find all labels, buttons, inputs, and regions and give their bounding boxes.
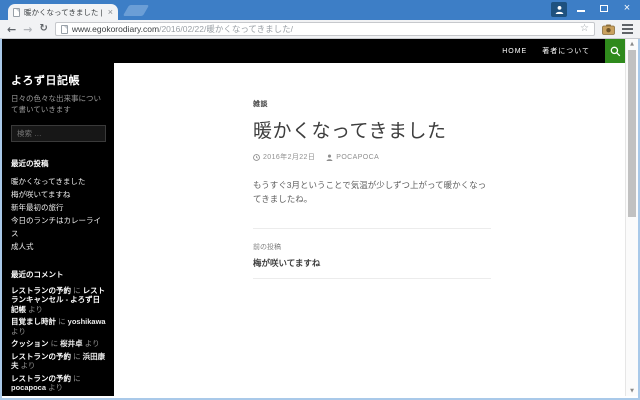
recent-posts-list: 暖かくなってきました 梅が咲いてますね 新年最初の旅行 今日のランチはカレーライ… bbox=[11, 175, 106, 253]
post-navigation: 前の投稿 梅が咲いてますね bbox=[253, 227, 491, 279]
recent-post-link[interactable]: 梅が咲いてますね bbox=[11, 188, 106, 201]
profile-avatar-button[interactable] bbox=[551, 2, 567, 17]
previous-post-link[interactable]: 梅が咲いてますね bbox=[253, 257, 491, 269]
site-description: 日々の色々な出来事について書いていきます bbox=[11, 94, 101, 115]
comment-suffix: より bbox=[46, 383, 63, 392]
search-icon bbox=[610, 46, 620, 56]
maximize-icon bbox=[600, 4, 608, 12]
comment-connector: に bbox=[71, 351, 83, 361]
browser-toolbar: ← → ↻ www.egokorodiary.com/2016/02/22/暖か… bbox=[0, 20, 640, 39]
recent-post-link[interactable]: 暖かくなってきました bbox=[11, 175, 106, 188]
comment-post-link[interactable]: 目覚まし時計 bbox=[11, 317, 56, 326]
comment-connector: に bbox=[71, 373, 81, 383]
comment-post-link[interactable]: レストランの予約 bbox=[11, 286, 71, 295]
close-button[interactable]: × bbox=[616, 0, 638, 16]
camera-extension-icon[interactable] bbox=[602, 24, 615, 35]
url-text: www.egokorodiary.com/2016/02/22/暖かくなってきま… bbox=[72, 23, 293, 35]
previous-post-label: 前の投稿 bbox=[253, 243, 281, 251]
browser-window: 暖かくなってきました | よろず日記帳 × × ← → ↻ www.egokor… bbox=[0, 0, 640, 400]
tab-close-icon[interactable]: × bbox=[108, 7, 113, 17]
browser-tab[interactable]: 暖かくなってきました | よろず日記帳 × bbox=[8, 4, 118, 20]
post-meta: 2016年2月22日 POCAPOCA bbox=[253, 152, 491, 162]
new-tab-button[interactable] bbox=[122, 5, 150, 16]
recent-comment: レストランの予約 に 浜田康夫 より bbox=[11, 352, 106, 371]
comment-post-link[interactable]: クッション bbox=[11, 339, 49, 348]
comment-author: 桜井卓 bbox=[60, 339, 83, 348]
recent-comment: レストランの予約 に pocapoca より bbox=[11, 374, 106, 393]
sidebar: よろず日記帳 日々の色々な出来事について書いていきます 最近の投稿 暖かくなって… bbox=[2, 63, 114, 396]
post-title: 暖かくなってきました bbox=[253, 121, 447, 142]
nav-home-link[interactable]: HOME bbox=[502, 48, 527, 55]
sidebar-search-input[interactable] bbox=[11, 124, 106, 142]
scroll-down-icon[interactable] bbox=[626, 386, 638, 396]
category-link[interactable]: 雑談 bbox=[253, 101, 268, 108]
comment-suffix: より bbox=[11, 326, 26, 336]
comment-suffix: より bbox=[26, 304, 43, 314]
forward-button[interactable]: → bbox=[23, 24, 32, 35]
post-author[interactable]: POCAPOCA bbox=[336, 154, 379, 161]
chrome-menu-icon[interactable] bbox=[622, 24, 633, 34]
clock-icon bbox=[253, 153, 260, 161]
tab-title: 暖かくなってきました | よろず日記帳 bbox=[24, 7, 104, 17]
comment-connector: に bbox=[56, 317, 68, 326]
page-icon bbox=[60, 24, 68, 34]
recent-post-link[interactable]: 成人式 bbox=[11, 240, 106, 253]
url-host: www.egokorodiary.com bbox=[71, 24, 160, 34]
article: 雑談 暖かくなってきました 2016年2月22日 POCAPOCA もうすぐ3月… bbox=[253, 93, 491, 279]
address-bar[interactable]: www.egokorodiary.com/2016/02/22/暖かくなってきま… bbox=[54, 22, 595, 36]
recent-comment: 目覚まし時計 に yoshikawa より bbox=[11, 317, 106, 336]
page-frame: HOME 著者について よろず日記帳 日々の色々な出来事について書いていきます … bbox=[0, 39, 640, 400]
comment-suffix: より bbox=[18, 361, 36, 370]
recent-comments-list: レストランの予約 に レストランキャンセル - よろず日記帳 より 目覚まし時計… bbox=[11, 286, 106, 393]
recent-post-link[interactable]: 今日のランチはカレーライス bbox=[11, 214, 106, 240]
comment-post-link[interactable]: レストランの予約 bbox=[11, 352, 71, 361]
url-path: /2016/02/22/暖かくなってきました/ bbox=[159, 24, 294, 34]
titlebar: 暖かくなってきました | よろず日記帳 × × bbox=[0, 0, 640, 20]
recent-posts-heading: 最近の投稿 bbox=[11, 158, 49, 168]
recent-post-link[interactable]: 新年最初の旅行 bbox=[11, 201, 106, 214]
comment-post-link[interactable]: レストランの予約 bbox=[11, 374, 71, 383]
site-title[interactable]: よろず日記帳 bbox=[11, 72, 106, 88]
post-date[interactable]: 2016年2月22日 bbox=[263, 152, 315, 162]
reload-button[interactable]: ↻ bbox=[39, 24, 47, 34]
post-body: もうすぐ3月ということで気温が少しずつ上がって暖かくなってきましたね。 bbox=[253, 180, 487, 205]
main-content: 雑談 暖かくなってきました 2016年2月22日 POCAPOCA もうすぐ3月… bbox=[114, 63, 625, 396]
recent-comments-heading: 最近のコメント bbox=[11, 269, 64, 279]
site-header: HOME 著者について bbox=[2, 39, 625, 63]
author-icon bbox=[326, 154, 333, 161]
comment-connector: に bbox=[71, 285, 83, 295]
minimize-icon bbox=[577, 10, 585, 12]
recent-comment: レストランの予約 に レストランキャンセル - よろず日記帳 より bbox=[11, 286, 106, 315]
comment-author: yoshikawa bbox=[67, 317, 106, 326]
bookmark-star-icon[interactable]: ☆ bbox=[580, 24, 589, 34]
person-icon bbox=[555, 5, 563, 14]
close-icon: × bbox=[623, 1, 631, 14]
maximize-button[interactable] bbox=[593, 0, 615, 16]
scroll-up-icon[interactable] bbox=[626, 39, 638, 49]
scrollbar-thumb[interactable] bbox=[628, 50, 636, 217]
minimize-button[interactable] bbox=[570, 0, 592, 16]
recent-comment: クッション に 桜井卓 より bbox=[11, 339, 106, 349]
comment-author: pocapoca bbox=[11, 383, 47, 392]
page-scrollbar[interactable] bbox=[625, 39, 638, 396]
comment-connector: に bbox=[48, 339, 61, 348]
header-search-button[interactable] bbox=[605, 39, 625, 63]
back-button[interactable]: ← bbox=[7, 24, 16, 35]
nav-about-link[interactable]: 著者について bbox=[542, 46, 590, 56]
page-favicon-icon bbox=[13, 7, 20, 17]
webpage: HOME 著者について よろず日記帳 日々の色々な出来事について書いていきます … bbox=[2, 39, 625, 396]
comment-suffix: より bbox=[82, 339, 100, 348]
